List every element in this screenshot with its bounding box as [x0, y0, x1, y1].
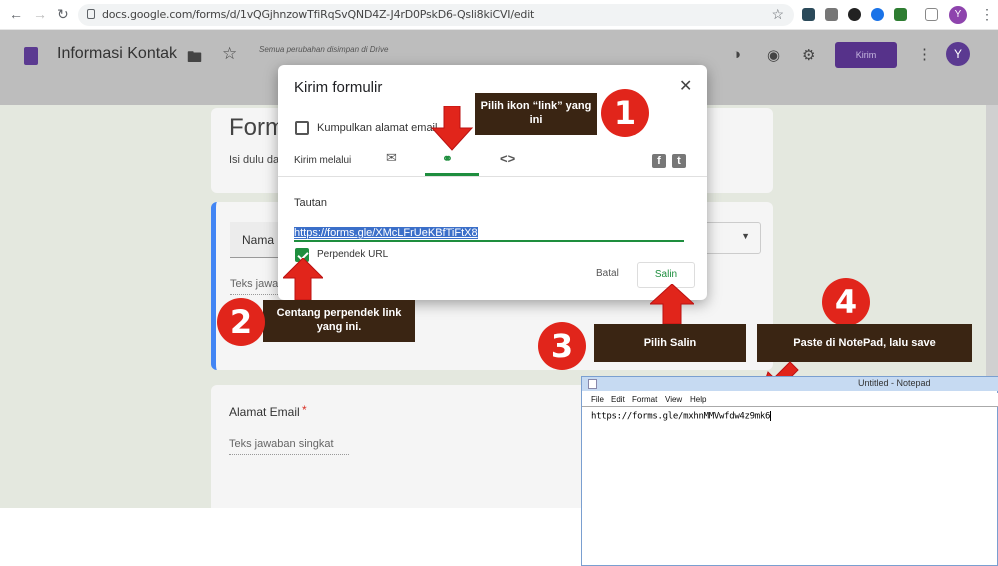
folder-icon[interactable]: 🖿: [187, 47, 202, 72]
address-bar[interactable]: docs.google.com/forms/d/1vQGjhnzowTfiRqS…: [78, 4, 794, 26]
step1-arrow-icon: [430, 106, 474, 151]
browser-toolbar: ← → ↻ docs.google.com/forms/d/1vQGjhnzow…: [0, 0, 998, 30]
menu-file[interactable]: File: [591, 395, 604, 404]
dialog-title: Kirim formulir: [294, 79, 383, 96]
embed-code-icon[interactable]: <>: [500, 151, 515, 166]
menu-view[interactable]: View: [665, 395, 682, 404]
preview-eye-icon[interactable]: ◉: [767, 46, 780, 64]
required-mark: *: [302, 403, 307, 417]
extension-icon[interactable]: [871, 8, 884, 21]
divider: [278, 176, 707, 177]
save-status: Semua perubahan disimpan di Drive: [259, 45, 389, 54]
send-button[interactable]: Kirim: [835, 42, 897, 68]
step1-callout: Pilih ikon “link” yang ini: [475, 93, 597, 135]
forms-logo-icon: [24, 47, 38, 65]
answer-placeholder: Teks jawaban singkat: [229, 438, 349, 455]
notepad-menubar: File Edit Format View Help: [582, 393, 998, 407]
step4-callout: Paste di NotePad, lalu save: [757, 324, 972, 362]
notepad-text-area[interactable]: https://forms.gle/mxhnMMVwfdw4z9mk6: [582, 406, 998, 566]
menu-edit[interactable]: Edit: [611, 395, 625, 404]
bookmark-star-icon[interactable]: ☆: [771, 6, 784, 23]
chevron-down-icon: ▼: [741, 231, 750, 241]
palette-icon[interactable]: ◑: [732, 46, 741, 63]
browser-menu-icon[interactable]: ⋮: [980, 6, 994, 23]
back-icon[interactable]: ←: [9, 6, 23, 22]
step1-badge: 1: [601, 89, 649, 137]
close-icon[interactable]: ✕: [679, 76, 692, 96]
link-icon[interactable]: ⚭: [442, 151, 453, 167]
cancel-button[interactable]: Batal: [596, 268, 619, 279]
lock-icon: [87, 9, 95, 19]
more-options-icon[interactable]: ⋮: [917, 45, 932, 63]
extension-icon[interactable]: [848, 8, 861, 21]
forward-icon[interactable]: →: [33, 6, 47, 22]
question-title[interactable]: Alamat Email: [229, 405, 300, 419]
form-description[interactable]: Isi dulu da: [229, 154, 279, 166]
text-caret: [770, 411, 772, 421]
form-title[interactable]: Form: [229, 114, 285, 142]
step2-badge: 2: [217, 298, 265, 346]
reload-icon[interactable]: ↻: [57, 6, 69, 23]
link-url-field[interactable]: https://forms.gle/XMcLFrUeKBfTiFtX8: [294, 223, 684, 242]
step3-arrow-icon: [650, 284, 694, 325]
step3-badge: 3: [538, 322, 586, 370]
notepad-title: Untitled - Notepad: [858, 378, 931, 388]
star-icon[interactable]: ☆: [222, 44, 237, 64]
screenshot-root: ← → ↻ docs.google.com/forms/d/1vQGjhnzow…: [0, 0, 998, 566]
step3-callout: Pilih Salin: [594, 324, 746, 362]
extension-icon[interactable]: [802, 8, 815, 21]
send-via-label: Kirim melalui: [294, 155, 352, 166]
menu-format[interactable]: Format: [632, 395, 657, 404]
step4-badge: 4: [822, 278, 870, 326]
notepad-window: Untitled - Notepad File Edit Format View…: [581, 376, 998, 566]
form-name[interactable]: Informasi Kontak: [57, 45, 177, 63]
reading-list-icon[interactable]: [925, 8, 938, 21]
avatar[interactable]: Y: [949, 6, 967, 24]
notepad-titlebar[interactable]: Untitled - Notepad: [582, 377, 998, 391]
step2-callout: Centang perpendek link yang ini.: [263, 300, 415, 342]
collect-email-checkbox[interactable]: [295, 121, 309, 135]
avatar[interactable]: Y: [946, 42, 970, 66]
notepad-app-icon: [588, 379, 597, 389]
link-url[interactable]: https://forms.gle/XMcLFrUeKBfTiFtX8: [294, 227, 478, 239]
question-title[interactable]: Nama l: [242, 233, 280, 247]
menu-help[interactable]: Help: [690, 395, 706, 404]
extension-icon[interactable]: [894, 8, 907, 21]
settings-gear-icon[interactable]: ⚙: [802, 46, 815, 64]
email-icon[interactable]: ✉: [386, 150, 397, 166]
facebook-icon[interactable]: f: [652, 154, 666, 168]
twitter-icon[interactable]: t: [672, 154, 686, 168]
collect-email-label: Kumpulkan alamat email: [317, 122, 438, 134]
step2-arrow-icon: [283, 258, 323, 301]
address-url[interactable]: docs.google.com/forms/d/1vQGjhnzowTfiRqS…: [102, 8, 534, 21]
shorten-url-label: Perpendek URL: [317, 249, 389, 260]
notepad-content[interactable]: https://forms.gle/mxhnMMVwfdw4z9mk6: [591, 412, 770, 422]
extension-icon[interactable]: [825, 8, 838, 21]
link-heading: Tautan: [294, 197, 328, 209]
